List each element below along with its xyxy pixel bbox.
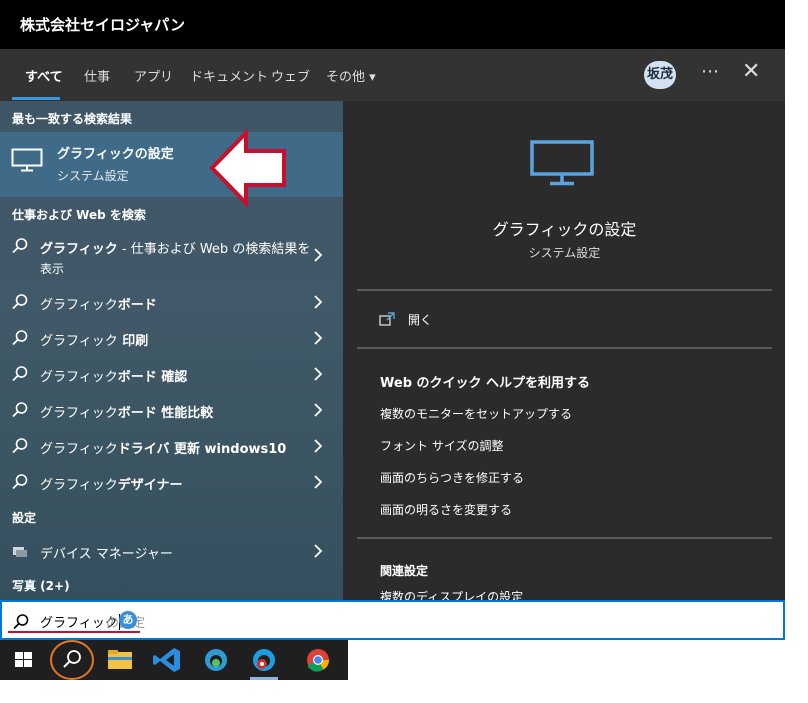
web-result-item[interactable]: グラフィックデザイナー <box>0 465 343 499</box>
result-text: ボード 性能比較 <box>117 406 214 421</box>
settings-item-label: デバイス マネージャー <box>40 547 173 562</box>
taskbar <box>0 640 348 680</box>
quick-help-header: Web のクイック ヘルプを利用する <box>380 376 591 391</box>
web-result-item[interactable]: グラフィックボード 性能比較 <box>0 393 343 427</box>
result-text: - 仕事および Web の検索結果を <box>117 242 311 257</box>
preview-subtitle: システム設定 <box>528 246 601 260</box>
file-explorer-icon[interactable] <box>96 640 144 680</box>
chevron-right-icon <box>314 403 323 417</box>
web-result-item[interactable]: グラフィックボード <box>0 285 343 319</box>
search-tabs: すべて 仕事 アプリ ドキュメント ウェブ その他 ▾ 坂茂 ⋯ ✕ <box>0 49 785 101</box>
best-match-subtitle: システム設定 <box>57 169 129 183</box>
divider <box>357 289 772 291</box>
result-highlight: グラフィック <box>40 442 118 457</box>
results-list: 最も一致する検索結果 グラフィックの設定 システム設定 仕事および Web を検… <box>0 101 343 600</box>
close-icon[interactable]: ✕ <box>742 59 760 84</box>
divider <box>357 347 772 349</box>
best-match-header: 最も一致する検索結果 <box>12 112 133 126</box>
preview-pane: グラフィックの設定 システム設定 開く Web のクイック ヘルプを利用する 複… <box>357 113 772 600</box>
search-icon <box>12 438 28 454</box>
web-result-item[interactable]: グラフィック - 仕事および Web の検索結果を 表示 <box>0 229 343 277</box>
chevron-right-icon <box>314 248 323 262</box>
search-icon <box>12 294 28 310</box>
edge-dev-icon[interactable] <box>192 640 240 680</box>
search-icon <box>12 238 28 254</box>
web-search-header: 仕事および Web を検索 <box>12 208 146 222</box>
help-link[interactable]: 画面の明るさを変更する <box>380 501 512 518</box>
chevron-right-icon <box>314 475 323 489</box>
window-title: 株式会社セイロジャパン <box>20 16 186 34</box>
edge-icon[interactable] <box>240 640 288 680</box>
avatar[interactable]: 坂茂 <box>644 61 676 89</box>
vscode-icon[interactable] <box>144 640 192 680</box>
red-arrow-annotation-icon <box>209 129 286 207</box>
result-text: ボード 確認 <box>117 370 188 385</box>
search-icon <box>12 330 28 346</box>
monitor-icon <box>530 140 594 186</box>
device-manager-icon <box>13 547 27 557</box>
web-result-item[interactable]: グラフィックドライバ 更新 windows10 <box>0 429 343 463</box>
related-link[interactable]: 複数のディスプレイの設定 <box>380 588 523 600</box>
search-icon <box>13 614 29 630</box>
search-icon <box>12 366 28 382</box>
result-highlight: グラフィック <box>40 370 118 385</box>
chevron-right-icon <box>314 544 323 558</box>
help-link[interactable]: 複数のモニターをセットアップする <box>380 405 572 422</box>
preview-title: グラフィックの設定 <box>492 220 637 239</box>
red-underline-annotation <box>8 631 140 633</box>
best-match-item[interactable]: グラフィックの設定 システム設定 <box>0 132 343 197</box>
result-highlight: グラフィック <box>40 478 118 493</box>
ime-indicator-icon: あ <box>119 611 137 629</box>
help-link[interactable]: フォント サイズの調整 <box>380 437 503 454</box>
web-result-item[interactable]: グラフィックボード 確認 <box>0 357 343 391</box>
chevron-right-icon <box>314 439 323 453</box>
result-highlight: グラフィック <box>40 298 118 313</box>
result-highlight: グラフィック <box>40 242 118 257</box>
tab-work[interactable]: 仕事 <box>84 66 110 85</box>
more-options-icon[interactable]: ⋯ <box>701 61 719 82</box>
chrome-icon[interactable] <box>294 640 342 680</box>
search-icon[interactable] <box>48 640 96 680</box>
web-result-item[interactable]: グラフィック 印刷 <box>0 321 343 355</box>
result-text: ボード <box>117 298 157 313</box>
tab-all[interactable]: すべて <box>25 66 63 85</box>
tab-more[interactable]: その他 ▾ <box>326 66 376 85</box>
chevron-right-icon <box>314 331 323 345</box>
settings-item-device-manager[interactable]: デバイス マネージャー <box>0 534 343 568</box>
result-text: デザイナー <box>117 478 183 493</box>
chevron-right-icon <box>314 367 323 381</box>
windows-start-icon[interactable] <box>0 640 48 680</box>
help-link[interactable]: 画面のちらつきを修正する <box>380 469 524 486</box>
chevron-right-icon <box>314 295 323 309</box>
result-text: 印刷 <box>117 334 149 349</box>
title-bar: 株式会社セイロジャパン <box>0 0 785 49</box>
search-icon <box>12 402 28 418</box>
open-action[interactable]: 開く <box>408 311 432 328</box>
search-icon <box>12 474 28 490</box>
preview-header: グラフィックの設定 システム設定 <box>357 113 772 289</box>
active-tab-indicator <box>12 97 60 100</box>
result-text-line2: 表示 <box>40 262 65 276</box>
photos-header: 写真 (2+) <box>12 579 70 593</box>
settings-header: 設定 <box>12 511 37 525</box>
tab-web[interactable]: ウェブ <box>271 66 310 85</box>
search-box[interactable]: グラフィック の設定 あ <box>0 600 785 640</box>
result-text: ドライバ 更新 windows10 <box>117 442 287 457</box>
best-match-title: グラフィックの設定 <box>57 147 174 162</box>
monitor-icon <box>11 148 43 172</box>
tab-documents[interactable]: ドキュメント <box>190 66 268 85</box>
result-highlight: グラフィック <box>40 334 118 349</box>
related-settings-header: 関連設定 <box>380 564 429 578</box>
tab-apps[interactable]: アプリ <box>134 66 173 85</box>
search-panel: すべて 仕事 アプリ ドキュメント ウェブ その他 ▾ 坂茂 ⋯ ✕ 最も一致す… <box>0 49 785 600</box>
divider <box>357 537 772 539</box>
result-highlight: グラフィック <box>40 406 118 421</box>
open-icon <box>379 312 395 326</box>
